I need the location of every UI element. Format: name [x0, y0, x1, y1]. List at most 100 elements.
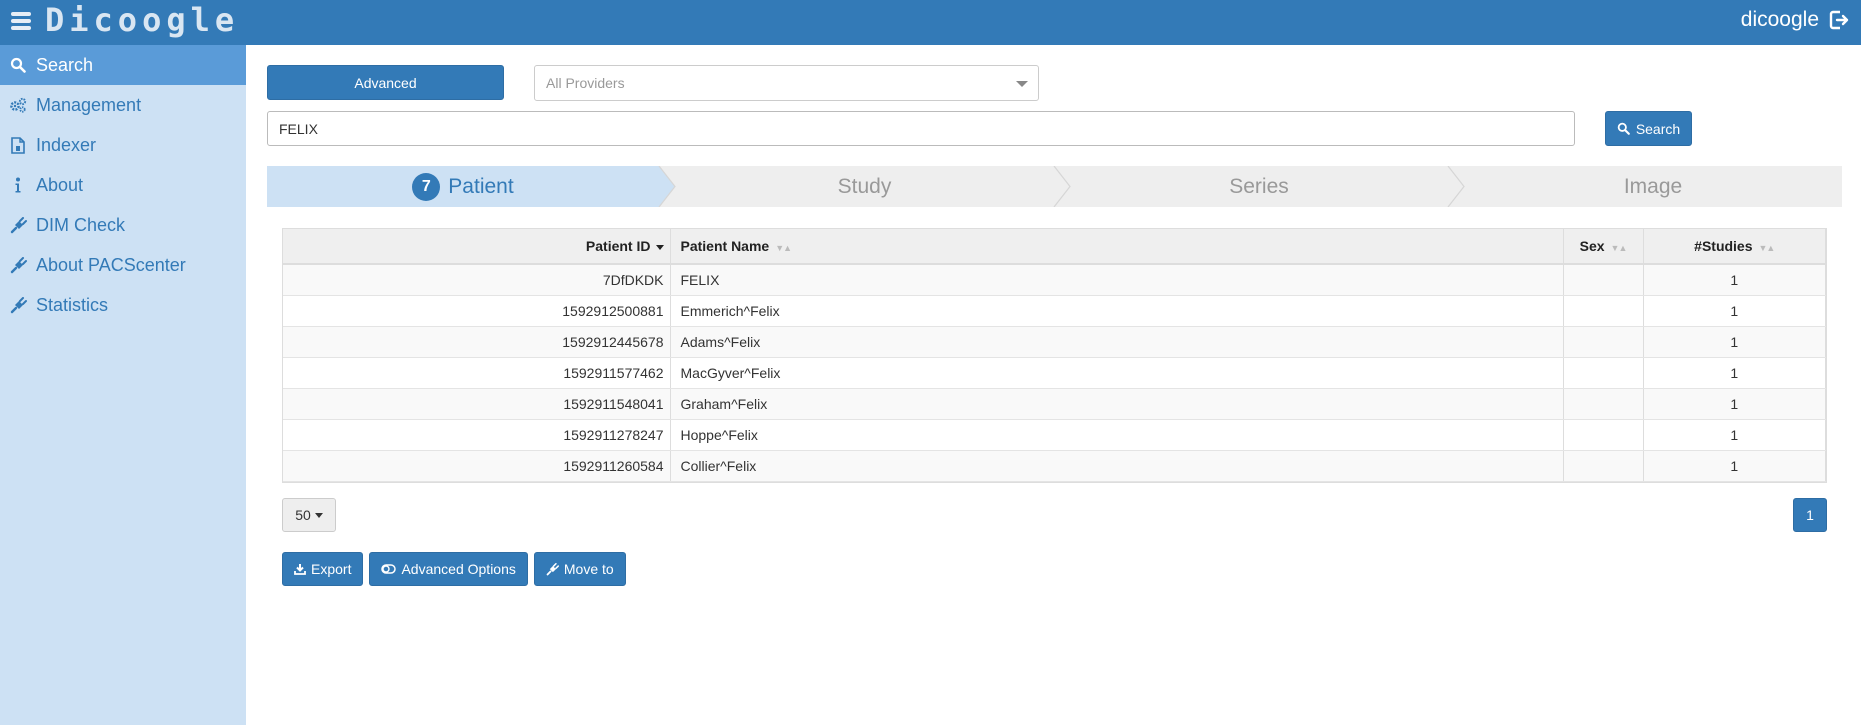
sidebar-item-label: Indexer [36, 134, 97, 155]
header-label: Patient ID [585, 238, 651, 254]
page-size-dropdown[interactable]: 50 [282, 498, 336, 532]
step-label: Study [837, 174, 892, 198]
sort-icon: ▼▲ [775, 243, 792, 253]
cell-patient-name: Collier^Felix [670, 450, 1564, 482]
cell-sex [1563, 357, 1644, 389]
header-label: Patient Name [680, 238, 770, 254]
cell-patient-name: Graham^Felix [670, 388, 1564, 420]
table-row[interactable]: 1592911260584 Collier^Felix 1 [283, 450, 1826, 482]
cell-patient-name: Adams^Felix [670, 326, 1564, 358]
cell-sex [1563, 326, 1644, 358]
patient-count-badge: 7 [412, 172, 441, 201]
header-label: Sex [1579, 238, 1605, 254]
cell-studies: 1 [1643, 388, 1826, 420]
cell-sex [1563, 450, 1644, 482]
table-row[interactable]: 1592911278247 Hoppe^Felix 1 [283, 419, 1826, 451]
cell-studies: 1 [1643, 450, 1826, 482]
sort-icon: ▼▲ [1758, 243, 1776, 253]
gears-icon [9, 96, 27, 114]
move-to-button[interactable]: Move to [533, 552, 626, 586]
logout-icon[interactable] [1829, 10, 1849, 30]
sidebar-item-label: About [36, 174, 84, 195]
file-icon [9, 136, 27, 154]
header-label: #Studies [1694, 238, 1753, 254]
results-table: Patient ID Patient Name ▼▲ Sex ▼▲ #Studies… [282, 228, 1827, 483]
sidebar-item-label: Search [36, 54, 94, 75]
export-button[interactable]: Export [282, 552, 364, 586]
search-input[interactable] [267, 111, 1575, 146]
column-header-patient-name[interactable]: Patient Name ▼▲ [670, 229, 1564, 265]
step-series[interactable]: Series [1070, 166, 1448, 207]
step-label: Image [1623, 174, 1683, 198]
sidebar-item-management[interactable]: Management [0, 85, 246, 125]
cell-sex [1563, 419, 1644, 451]
sidebar: Search Management Indexer About DIM Chec… [0, 45, 246, 725]
table-row[interactable]: 1592912500881 Emmerich^Felix 1 [283, 295, 1826, 327]
sidebar-item-label: Statistics [36, 294, 109, 315]
table-row[interactable]: 7DfDKDK FELIX 1 [283, 264, 1826, 296]
download-icon [294, 564, 306, 575]
advanced-button[interactable]: Advanced [267, 65, 504, 100]
column-header-sex[interactable]: Sex ▼▲ [1563, 229, 1644, 265]
providers-placeholder: All Providers [546, 75, 625, 91]
menu-toggle-icon[interactable] [11, 12, 31, 30]
table-header-row: Patient ID Patient Name ▼▲ Sex ▼▲ #Studies… [283, 229, 1826, 265]
search-button-label: Search [1635, 120, 1681, 137]
plug-icon [9, 296, 27, 314]
action-buttons: Export Advanced Options Move to [282, 552, 626, 586]
sidebar-item-dim-check[interactable]: DIM Check [0, 205, 246, 245]
step-label: Series [1229, 174, 1289, 198]
column-header-studies[interactable]: #Studies ▼▲ [1643, 229, 1826, 265]
cell-studies: 1 [1643, 295, 1826, 327]
info-icon [9, 176, 27, 194]
plug-icon [9, 256, 27, 274]
providers-select[interactable]: All Providers [534, 65, 1039, 101]
sidebar-item-label: DIM Check [36, 214, 126, 235]
cell-patient-id: 1592911548041 [283, 388, 671, 420]
advanced-options-button[interactable]: Advanced Options [369, 552, 528, 586]
cell-studies: 1 [1643, 419, 1826, 451]
step-study[interactable]: Study [675, 166, 1054, 207]
page-1-button[interactable]: 1 [1793, 498, 1827, 532]
sidebar-item-statistics[interactable]: Statistics [0, 285, 246, 325]
cell-patient-id: 1592912500881 [283, 295, 671, 327]
sidebar-item-label: About PACScenter [36, 254, 186, 275]
cell-sex [1563, 388, 1644, 420]
move-to-label: Move to [563, 561, 614, 577]
cell-patient-id: 7DfDKDK [283, 264, 671, 296]
sidebar-item-indexer[interactable]: Indexer [0, 125, 246, 165]
search-button[interactable]: Search [1605, 111, 1692, 146]
cell-patient-id: 1592911577462 [283, 357, 671, 389]
chevron-down-icon [1016, 81, 1028, 87]
search-icon [1617, 122, 1630, 135]
sidebar-item-search[interactable]: Search [0, 45, 246, 85]
toggle-icon [381, 564, 397, 574]
sort-icon: ▼▲ [1610, 243, 1628, 253]
chevron-down-icon [314, 512, 323, 518]
app-logo[interactable]: Dicoogle [45, 0, 239, 40]
plug-icon [9, 216, 27, 234]
table-row[interactable]: 1592911548041 Graham^Felix 1 [283, 388, 1826, 420]
sidebar-item-about-pacscenter[interactable]: About PACScenter [0, 245, 246, 285]
cell-studies: 1 [1643, 264, 1826, 296]
sidebar-item-about[interactable]: About [0, 165, 246, 205]
cell-patient-name: MacGyver^Felix [670, 357, 1564, 389]
cell-patient-name: Hoppe^Felix [670, 419, 1564, 451]
top-navbar: Dicoogle dicoogle [0, 0, 1861, 45]
table-row[interactable]: 1592912445678 Adams^Felix 1 [283, 326, 1826, 358]
cell-patient-name: Emmerich^Felix [670, 295, 1564, 327]
cell-patient-id: 1592911278247 [283, 419, 671, 451]
export-label: Export [311, 561, 352, 577]
column-header-patient-id[interactable]: Patient ID [283, 229, 671, 265]
table-row[interactable]: 1592911577462 MacGyver^Felix 1 [283, 357, 1826, 389]
plug-icon [546, 562, 559, 575]
sidebar-item-label: Management [36, 94, 142, 115]
cell-sex [1563, 264, 1644, 296]
user-area: dicoogle [1741, 8, 1849, 32]
step-image[interactable]: Image [1464, 166, 1842, 207]
cell-sex [1563, 295, 1644, 327]
step-patient[interactable]: 7 Patient [267, 166, 659, 207]
cell-studies: 1 [1643, 326, 1826, 358]
advanced-options-label: Advanced Options [401, 561, 516, 577]
cell-patient-id: 1592912445678 [283, 326, 671, 358]
